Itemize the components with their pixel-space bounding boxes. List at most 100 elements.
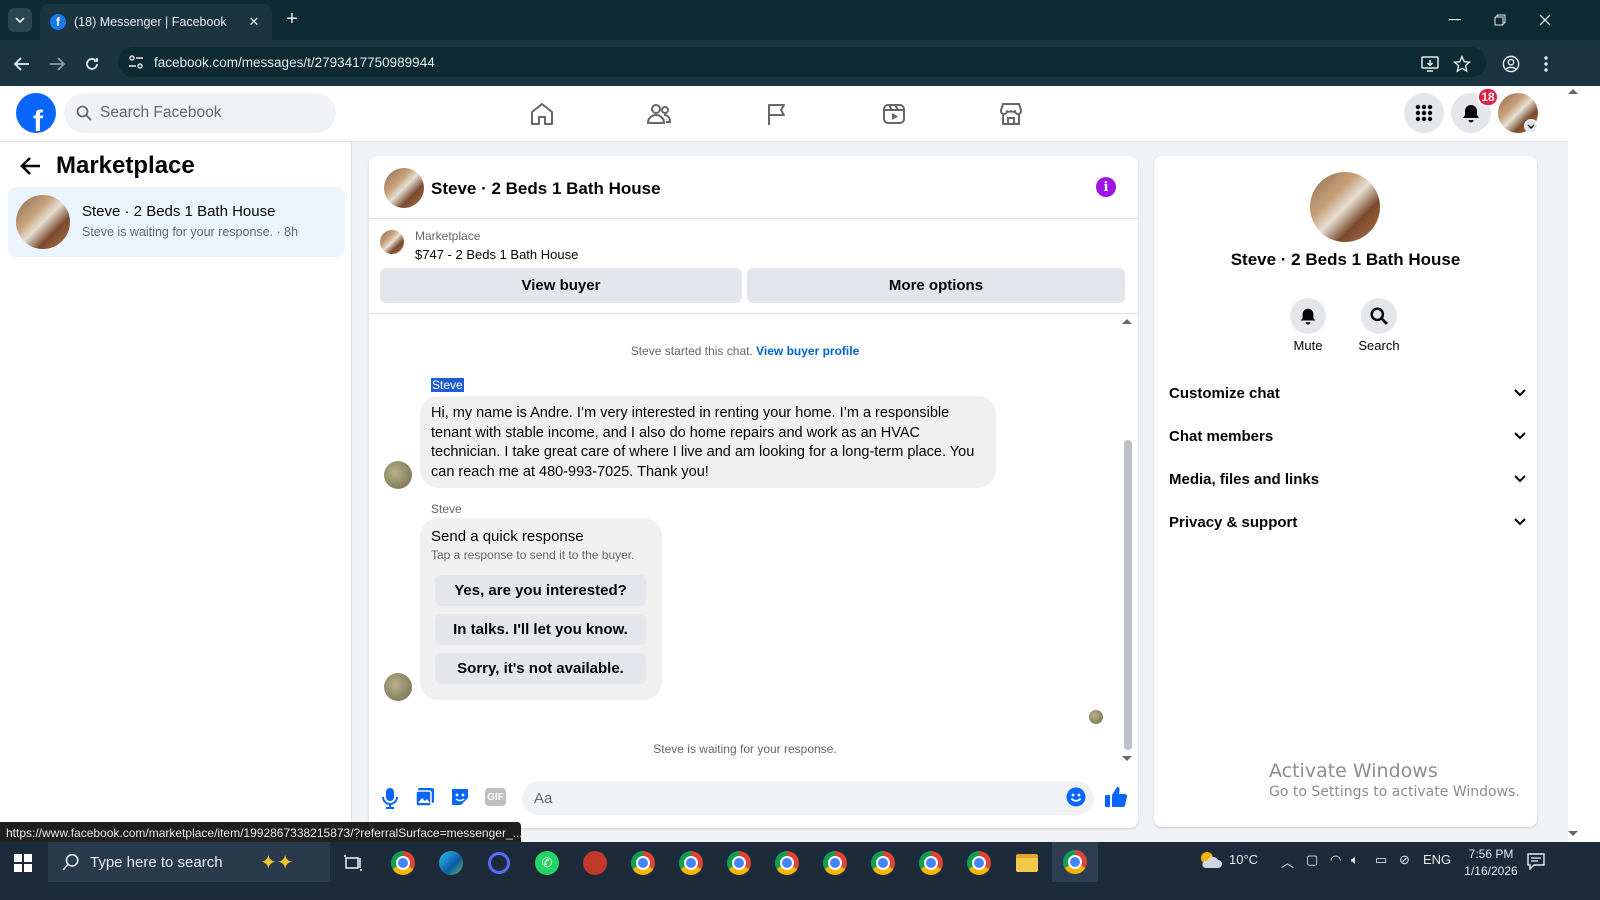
message-input[interactable] [534, 789, 1054, 807]
privacy-support-row[interactable]: Privacy & support [1169, 507, 1526, 537]
chat-avatar[interactable] [384, 168, 424, 208]
app-icon[interactable] [482, 848, 516, 878]
page-scrollbar[interactable] [1568, 86, 1600, 842]
gif-icon[interactable]: GIF [485, 788, 506, 806]
marketplace-icon[interactable] [955, 94, 1067, 134]
network-icon[interactable]: ◠ [1330, 852, 1341, 868]
windows-start-icon[interactable] [6, 848, 40, 878]
back-arrow-icon[interactable] [20, 156, 42, 176]
more-options-button[interactable]: More options [747, 268, 1125, 303]
scroll-up-arrow-icon[interactable] [1122, 318, 1132, 325]
new-tab-button[interactable]: + [280, 8, 304, 32]
quick-reply-button[interactable]: Sorry, it's not available. [435, 653, 646, 684]
microphone-icon[interactable] [380, 787, 400, 809]
message-composer[interactable] [522, 781, 1094, 815]
reload-icon[interactable] [80, 52, 104, 76]
chrome-app-icon[interactable] [386, 848, 420, 878]
menu-grid-icon[interactable] [1404, 93, 1444, 133]
chevron-up-icon[interactable]: ︿ [1281, 852, 1294, 871]
search-input[interactable] [100, 104, 320, 122]
listing-label: Marketplace [415, 229, 481, 243]
facebook-search[interactable] [64, 93, 336, 133]
chevron-down-icon [1514, 389, 1526, 397]
install-app-icon[interactable] [1418, 52, 1442, 76]
sender-avatar[interactable] [384, 673, 412, 701]
chrome-active-icon[interactable] [1052, 842, 1098, 882]
message-bubble[interactable]: Hi, my name is Andre. I’m very intereste… [420, 396, 996, 488]
chrome-profile-icon[interactable] [818, 848, 852, 878]
clock[interactable]: 7:56 PM 1/16/2026 [1456, 846, 1526, 880]
mute-bell-icon[interactable] [1290, 298, 1326, 334]
profile-avatar[interactable] [1310, 172, 1380, 242]
windows-activation-watermark: Activate Windows Go to Settings to activ… [1269, 760, 1520, 800]
meet-icon[interactable]: ▢ [1306, 852, 1318, 868]
file-explorer-icon[interactable] [1010, 848, 1044, 878]
tab-search-dropdown-icon[interactable] [8, 8, 32, 32]
listing-title[interactable]: $747 - 2 Beds 1 Bath House [415, 247, 578, 262]
restore-button[interactable] [1485, 8, 1515, 32]
minimize-button[interactable] [1440, 8, 1470, 32]
address-bar[interactable]: facebook.com/messages/t/2793417750989944 [118, 47, 1486, 77]
listing-thumbnail[interactable] [380, 230, 404, 254]
search-icon[interactable] [1361, 298, 1397, 334]
chat-scrollbar[interactable] [1124, 440, 1132, 750]
chat-members-row[interactable]: Chat members [1169, 421, 1526, 451]
friends-icon[interactable] [603, 94, 715, 134]
tab-title: (18) Messenger | Facebook [74, 15, 227, 29]
close-window-button[interactable] [1530, 8, 1560, 32]
language-indicator[interactable]: ENG [1423, 852, 1451, 867]
browser-menu-icon[interactable] [1534, 52, 1558, 76]
conversation-name: Steve · 2 Beds 1 Bath House [82, 203, 276, 220]
view-buyer-button[interactable]: View buyer [380, 268, 742, 303]
view-buyer-profile-link[interactable]: View buyer profile [756, 344, 859, 358]
customize-chat-row[interactable]: Customize chat [1169, 378, 1526, 408]
info-icon[interactable]: i [1096, 177, 1116, 197]
chrome-profile-icon[interactable] [866, 848, 900, 878]
chat-title[interactable]: Steve · 2 Beds 1 Bath House [431, 179, 661, 199]
whatsapp-icon[interactable]: ✆ [530, 848, 564, 878]
scroll-down-arrow-icon[interactable] [1122, 755, 1132, 762]
battery-icon[interactable]: ▭ [1375, 852, 1387, 868]
video-icon[interactable] [838, 94, 950, 134]
chrome-profile-icon[interactable] [722, 848, 756, 878]
pages-flag-icon[interactable] [721, 94, 833, 134]
notification-center-icon[interactable] [1527, 852, 1545, 870]
home-icon[interactable] [486, 94, 598, 134]
wifi-off-icon[interactable]: ⊘ [1399, 852, 1410, 868]
photo-icon[interactable] [415, 787, 435, 807]
chrome-profile-icon[interactable] [674, 848, 708, 878]
bookmark-star-icon[interactable] [1450, 52, 1474, 76]
search-icon [76, 105, 92, 121]
facebook-favicon-icon: f [50, 14, 66, 30]
task-view-icon[interactable] [336, 848, 370, 878]
chrome-profile-icon[interactable] [962, 848, 996, 878]
chevron-down-icon [1514, 432, 1526, 440]
browser-tab[interactable]: f (18) Messenger | Facebook ✕ [40, 4, 272, 40]
site-info-icon[interactable] [128, 54, 144, 70]
chrome-profile-icon[interactable] [770, 848, 804, 878]
sticker-icon[interactable] [450, 787, 470, 807]
emoji-icon[interactable] [1066, 787, 1086, 807]
edge-app-icon[interactable] [434, 848, 468, 878]
volume-icon[interactable]: 🔈︎ [1351, 852, 1359, 868]
quick-reply-button[interactable]: Yes, are you interested? [435, 575, 646, 606]
profile-icon[interactable] [1499, 52, 1523, 76]
facebook-logo-icon[interactable]: f [16, 93, 56, 133]
back-arrow-icon[interactable] [10, 52, 34, 76]
conversation-item[interactable]: Steve · 2 Beds 1 Bath House Steve is wai… [8, 187, 345, 257]
taskbar-search[interactable]: Type here to search ✦✦ [48, 842, 330, 882]
chrome-profile-icon[interactable] [626, 848, 660, 878]
media-files-links-row[interactable]: Media, files and links [1169, 464, 1526, 494]
chrome-profile-icon[interactable] [914, 848, 948, 878]
forward-arrow-icon[interactable] [45, 52, 69, 76]
weather-icon[interactable] [1197, 848, 1223, 872]
tab-close-icon[interactable]: ✕ [246, 14, 262, 30]
divider [369, 218, 1138, 219]
divider [369, 313, 1138, 314]
chevron-down-icon [1514, 518, 1526, 526]
thumbs-up-icon[interactable] [1104, 785, 1128, 809]
sender-avatar[interactable] [384, 461, 412, 489]
app-icon[interactable] [578, 848, 612, 878]
quick-reply-button[interactable]: In talks. I'll let you know. [435, 614, 646, 645]
account-chevron-icon[interactable] [1524, 119, 1538, 133]
